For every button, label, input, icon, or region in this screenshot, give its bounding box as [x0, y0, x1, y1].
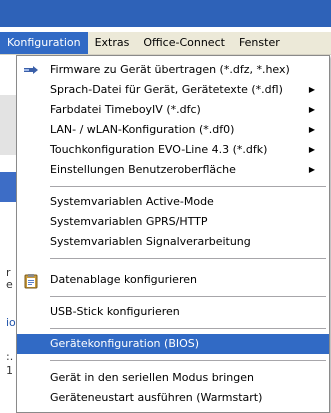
menu-separator — [50, 360, 326, 361]
menu-item-touchkonfiguration[interactable]: Touchkonfiguration EVO-Line 4.3 (*.dfk) … — [17, 140, 329, 160]
menu-item-systemvariablen-gprs[interactable]: Systemvariablen GPRS/HTTP — [17, 212, 329, 232]
background-text: 1 — [6, 364, 13, 377]
menu-konfiguration[interactable]: Konfiguration — [0, 32, 88, 54]
background-text: io — [6, 316, 16, 329]
background-text: :. — [6, 350, 14, 363]
konfiguration-dropdown-menu: Firmware zu Gerät übertragen (*.dfz, *.h… — [16, 55, 330, 413]
background-text: e — [6, 278, 13, 291]
submenu-arrow-icon: ▶ — [308, 105, 315, 114]
menu-extras[interactable]: Extras — [88, 32, 137, 54]
menu-separator — [50, 328, 326, 329]
menu-item-einstellungen-benutzeroberflaeche[interactable]: Einstellungen Benutzeroberfläche ▶ — [17, 160, 329, 180]
menu-item-sprach-datei[interactable]: Sprach-Datei für Gerät, Gerätetexte (*.d… — [17, 80, 329, 100]
menu-item-lan-konfiguration[interactable]: LAN- / wLAN-Konfiguration (*.df0) ▶ — [17, 120, 329, 140]
menu-item-usb-stick[interactable]: USB-Stick konfigurieren — [17, 302, 329, 322]
menu-item-systemvariablen-active-mode[interactable]: Systemvariablen Active-Mode — [17, 192, 329, 212]
menu-office-connect[interactable]: Office-Connect — [136, 32, 232, 54]
menu-item-farbdatei[interactable]: Farbdatei TimeboyIV (*.dfc) ▶ — [17, 100, 329, 120]
submenu-arrow-icon: ▶ — [308, 165, 315, 174]
menu-item-geraetekonfiguration-bios[interactable]: Gerätekonfiguration (BIOS) — [17, 334, 329, 354]
clipboard-icon — [23, 273, 39, 289]
submenu-arrow-icon: ▶ — [308, 125, 315, 134]
menu-separator — [50, 186, 326, 187]
menu-bar: Konfiguration Extras Office-Connect Fens… — [0, 32, 331, 55]
firmware-transfer-icon — [23, 63, 39, 77]
submenu-arrow-icon: ▶ — [308, 145, 315, 154]
menu-item-systemvariablen-signalverarbeitung[interactable]: Systemvariablen Signalverarbeitung — [17, 232, 329, 252]
submenu-arrow-icon: ▶ — [308, 85, 315, 94]
menu-item-firmware-transfer[interactable]: Firmware zu Gerät übertragen (*.dfz, *.h… — [17, 60, 329, 80]
menu-item-seriellen-modus[interactable]: Gerät in den seriellen Modus bringen — [17, 368, 329, 388]
app-header-strip — [0, 0, 331, 27]
menu-fenster[interactable]: Fenster — [232, 32, 287, 54]
menu-separator — [50, 296, 326, 297]
menu-item-datenablage[interactable]: Datenablage konfigurieren — [17, 270, 329, 290]
menu-separator — [50, 258, 326, 259]
menu-item-warmstart[interactable]: Geräteneustart ausführen (Warmstart) — [17, 388, 329, 408]
